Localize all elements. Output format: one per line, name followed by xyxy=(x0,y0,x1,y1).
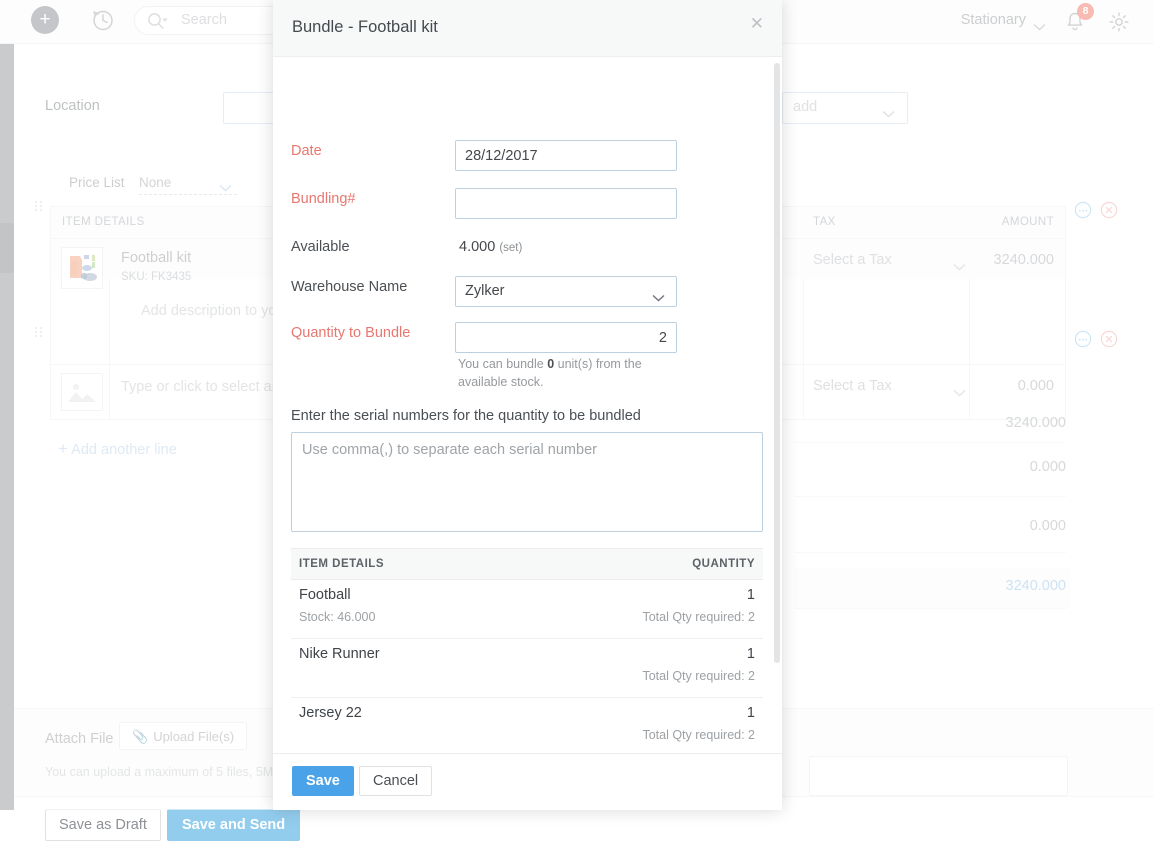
bundling-number-input[interactable] xyxy=(455,188,677,219)
cancel-button[interactable]: Cancel xyxy=(359,766,432,796)
bundle-item-row: Jersey 22 1 Total Qty required: 2 xyxy=(291,698,763,753)
quantity-hint-pre: You can bundle xyxy=(458,357,547,371)
date-label: Date xyxy=(291,143,322,159)
serial-numbers-textarea[interactable]: Use comma(,) to separate each serial num… xyxy=(291,432,763,532)
column-header-quantity: QUANTITY xyxy=(692,558,755,570)
bundle-item-required: Total Qty required: 2 xyxy=(642,728,755,742)
available-amount: 4.000 xyxy=(459,239,495,255)
modal-header: Bundle - Football kit ✕ xyxy=(273,0,782,57)
bundle-modal: Bundle - Football kit ✕ Date Bundling# A… xyxy=(273,0,782,810)
bundle-item-stock: Stock: 46.000 xyxy=(299,610,375,624)
bundle-item-row: Nike Runner 1 Total Qty required: 2 xyxy=(291,639,763,698)
available-label: Available xyxy=(291,239,350,255)
quantity-hint: You can bundle 0 unit(s) from the availa… xyxy=(458,355,658,391)
warehouse-name-value: Zylker xyxy=(465,283,504,299)
save-as-draft-button[interactable]: Save as Draft xyxy=(45,809,161,841)
modal-body: Date Bundling# Available 4.000 (set) War… xyxy=(273,57,782,753)
column-header-item-details: ITEM DETAILS xyxy=(299,558,384,570)
modal-scrollbar[interactable] xyxy=(774,63,780,683)
bundle-item-name: Nike Runner xyxy=(299,646,380,662)
available-value: 4.000 (set) xyxy=(459,239,522,255)
bundle-item-required: Total Qty required: 2 xyxy=(642,669,755,683)
save-button[interactable]: Save xyxy=(292,766,354,796)
bundle-item-quantity: 1 xyxy=(747,646,755,662)
close-icon[interactable]: ✕ xyxy=(750,15,764,32)
bundle-item-quantity: 1 xyxy=(747,705,755,721)
warehouse-name-label: Warehouse Name xyxy=(291,279,407,295)
available-unit: (set) xyxy=(499,242,522,254)
bundle-item-required: Total Qty required: 2 xyxy=(642,610,755,624)
serial-numbers-label: Enter the serial numbers for the quantit… xyxy=(291,408,641,424)
save-and-send-button[interactable]: Save and Send xyxy=(167,809,300,841)
quantity-to-bundle-label: Quantity to Bundle xyxy=(291,325,410,341)
modal-title: Bundle - Football kit xyxy=(292,18,438,37)
quantity-to-bundle-input[interactable] xyxy=(455,322,677,353)
bundle-items-header: ITEM DETAILS QUANTITY xyxy=(291,548,763,580)
bundle-items-table: ITEM DETAILS QUANTITY Football 1 Stock: … xyxy=(291,548,763,753)
chevron-down-icon xyxy=(652,289,665,307)
bundle-item-name: Jersey 22 xyxy=(299,705,362,721)
bundle-item-row: Football 1 Stock: 46.000 Total Qty requi… xyxy=(291,580,763,639)
bundle-item-name: Football xyxy=(299,587,351,603)
bundling-number-label: Bundling# xyxy=(291,191,356,207)
warehouse-name-select[interactable]: Zylker xyxy=(455,276,677,307)
date-input[interactable] xyxy=(455,140,677,171)
serial-numbers-placeholder: Use comma(,) to separate each serial num… xyxy=(302,442,597,458)
bundle-item-quantity: 1 xyxy=(747,587,755,603)
